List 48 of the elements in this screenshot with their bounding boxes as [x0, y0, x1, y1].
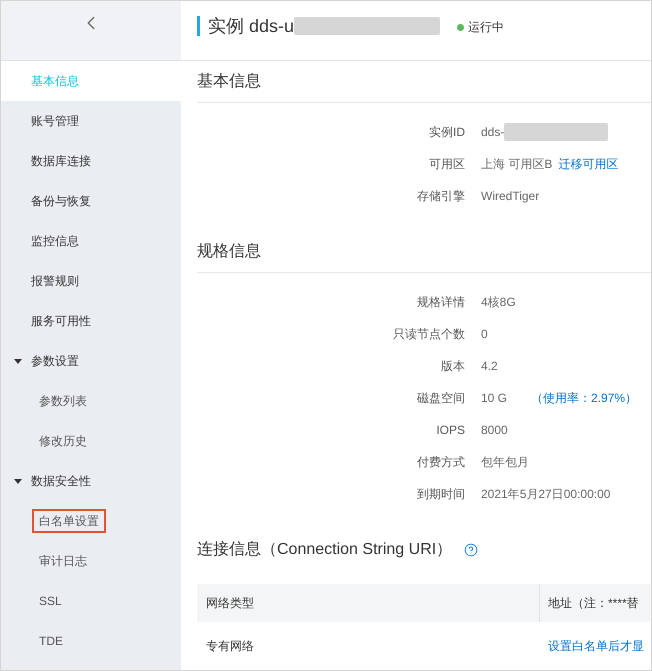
field-value: 上海 可用区B [481, 156, 552, 173]
highlight-frame: 白名单设置 [32, 509, 106, 533]
field-label: 存储引擎 [417, 188, 465, 205]
field-label: 版本 [441, 358, 465, 375]
section-title: 连接信息（Connection String URI） [197, 540, 452, 560]
sidebar-item[interactable]: 审计日志 [1, 541, 181, 581]
field-label: 只读节点个数 [393, 326, 465, 343]
field-label: 规格详情 [417, 294, 465, 311]
field-value: 2021年5月27日00:00:00 [481, 486, 610, 503]
instance-title: 实例 dds-u [208, 15, 294, 38]
status-text: 运行中 [468, 19, 504, 36]
column-header: 网络类型 [197, 584, 540, 622]
field-label: IOPS [436, 422, 465, 439]
sidebar-group[interactable]: 参数设置 [1, 341, 181, 381]
sidebar-item[interactable]: TDE [1, 621, 181, 661]
sidebar-item[interactable]: 报警规则 [1, 261, 181, 301]
sidebar-item[interactable]: 白名单设置 [1, 501, 181, 541]
sidebar-item[interactable]: 修改历史 [1, 421, 181, 461]
sidebar-item[interactable]: 参数列表 [1, 381, 181, 421]
field-label: 可用区 [429, 156, 465, 173]
section-title: 基本信息 [197, 72, 261, 92]
address-link[interactable]: 设置白名单后才显 [548, 636, 651, 654]
section-title: 规格信息 [197, 242, 261, 262]
field-value: 10 G [481, 390, 508, 407]
field-value: 4.2 [481, 358, 498, 375]
field-value: dds- [481, 124, 504, 141]
sidebar-item[interactable]: 数据库连接 [1, 141, 181, 181]
sidebar-item[interactable]: 服务可用性 [1, 301, 181, 341]
field-value: WiredTiger [481, 188, 540, 205]
sidebar-item[interactable]: 监控信息 [1, 221, 181, 261]
field-value: 8000 [481, 422, 508, 439]
field-label: 到期时间 [417, 486, 465, 503]
sidebar-group[interactable]: 数据安全性 [1, 461, 181, 501]
field-label: 实例ID [429, 124, 465, 141]
field-link[interactable]: 迁移可用区 [558, 155, 618, 173]
field-value: 0 [481, 326, 488, 343]
sidebar-item[interactable]: 账号管理 [1, 101, 181, 141]
field-label: 磁盘空间 [417, 390, 465, 407]
field-value: 4核8G [481, 294, 516, 311]
sidebar-item[interactable]: 备份与恢复 [1, 181, 181, 221]
help-icon[interactable] [464, 543, 478, 557]
sidebar-item[interactable]: SSL [1, 581, 181, 621]
field-value: 包年包月 [481, 454, 529, 471]
column-header: 地址（注：****替 [547, 595, 640, 612]
usage-note: （使用率：2.97%） [531, 390, 638, 407]
table-cell-text: 专有网络 [205, 638, 255, 654]
field-label: 付费方式 [417, 454, 465, 471]
accent-bar [197, 16, 200, 36]
